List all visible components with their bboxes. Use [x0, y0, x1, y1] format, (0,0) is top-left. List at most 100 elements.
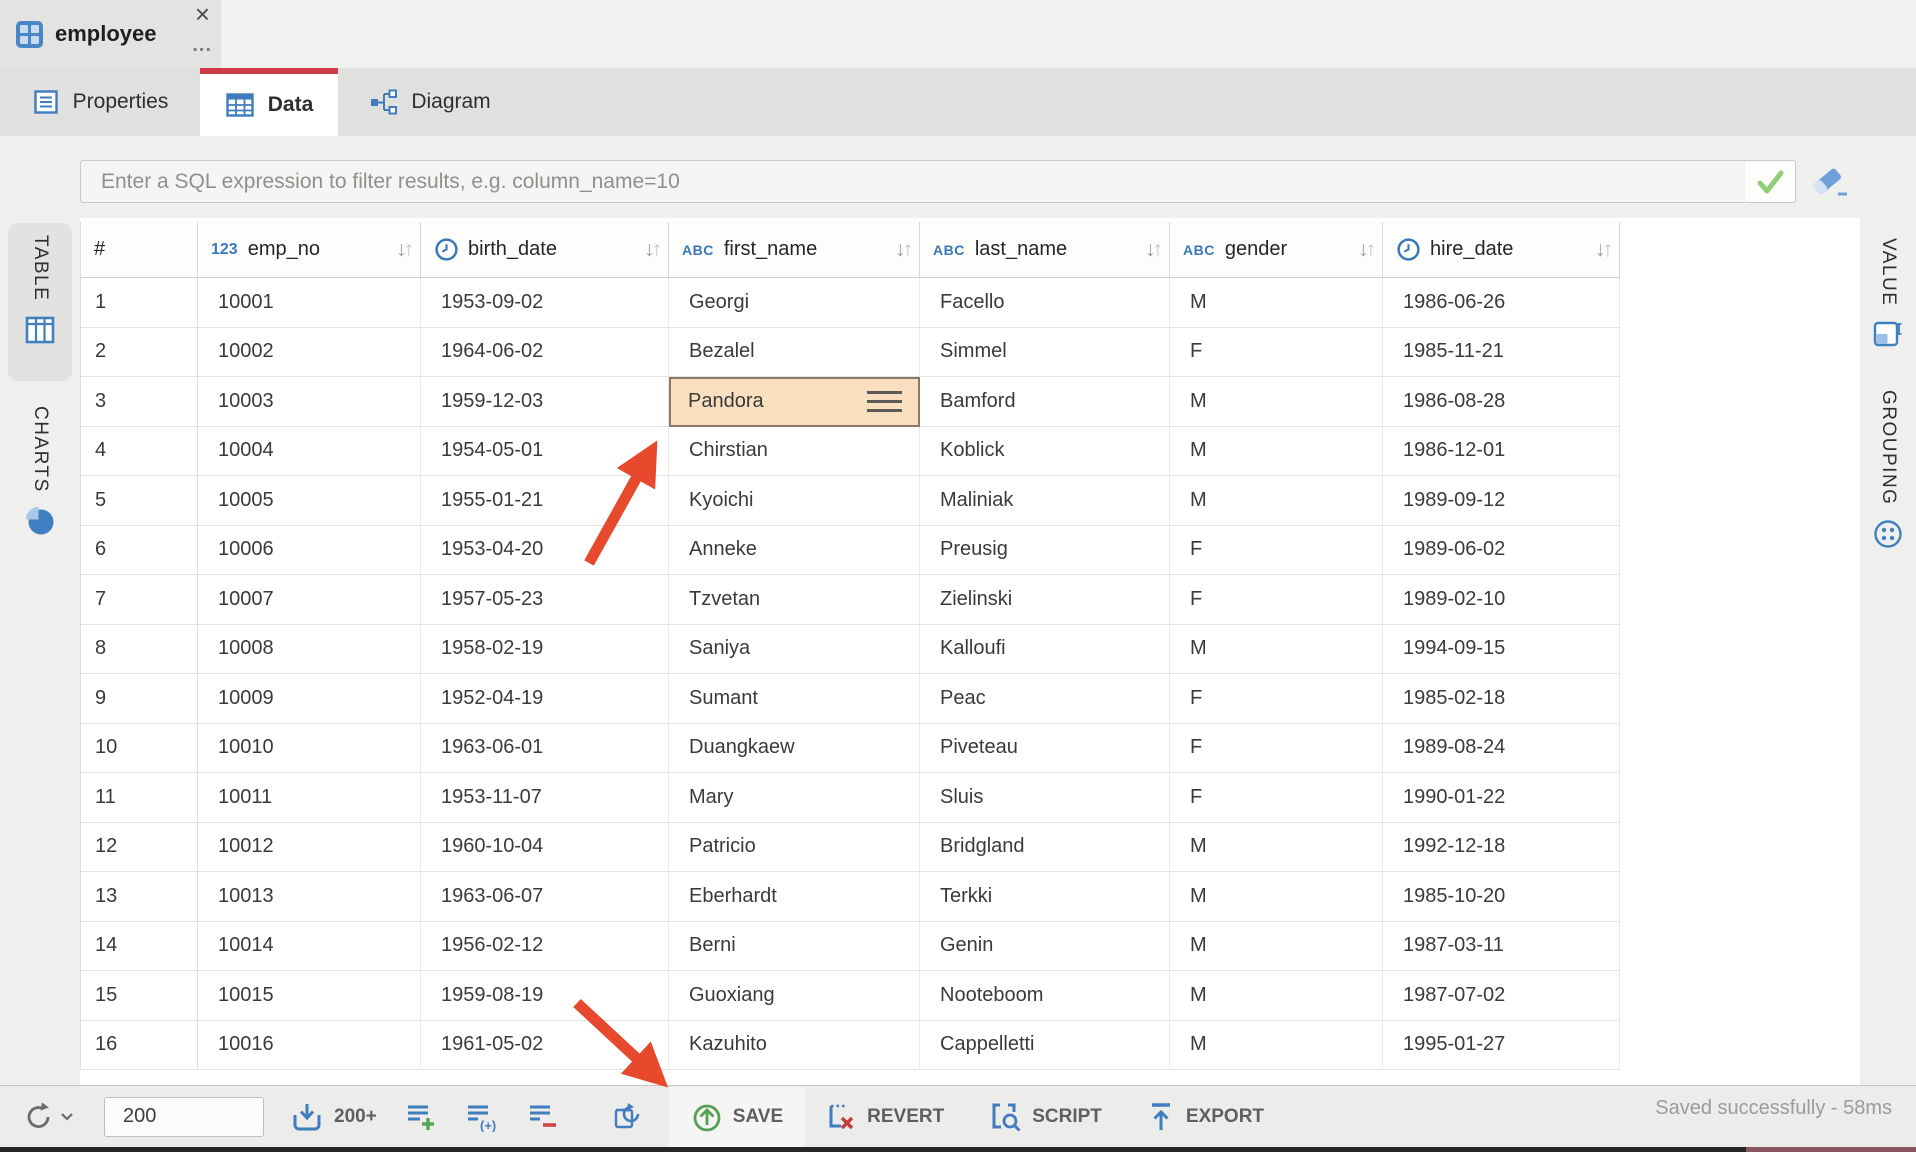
column-header-emp_no[interactable]: 123emp_no↓↑: [198, 222, 421, 278]
cell-birth_date[interactable]: 1953-04-20: [421, 526, 669, 576]
cell-gender[interactable]: F: [1170, 674, 1383, 724]
fetch-more-button[interactable]: 200+: [290, 1101, 377, 1133]
refresh-button[interactable]: [22, 1100, 74, 1134]
cell-gender[interactable]: F: [1170, 526, 1383, 576]
cell-emp_no[interactable]: 10003: [198, 377, 421, 427]
cell-last_name[interactable]: Nooteboom: [920, 971, 1170, 1021]
cell-hire_date[interactable]: 1989-02-10: [1383, 575, 1620, 625]
duplicate-row-button[interactable]: (+): [465, 1102, 499, 1132]
row-number[interactable]: 4: [81, 427, 198, 477]
row-number[interactable]: 5: [81, 476, 198, 526]
cell-last_name[interactable]: Preusig: [920, 526, 1170, 576]
cell-birth_date[interactable]: 1952-04-19: [421, 674, 669, 724]
cell-emp_no[interactable]: 10005: [198, 476, 421, 526]
delete-row-button[interactable]: [527, 1102, 559, 1132]
cell-emp_no[interactable]: 10006: [198, 526, 421, 576]
cell-birth_date[interactable]: 1961-05-02: [421, 1021, 669, 1071]
cell-emp_no[interactable]: 10016: [198, 1021, 421, 1071]
sort-icon[interactable]: ↓↑: [644, 238, 659, 262]
cell-first_name[interactable]: Tzvetan: [669, 575, 920, 625]
cell-hire_date[interactable]: 1994-09-15: [1383, 625, 1620, 675]
apply-filter-button[interactable]: [1745, 160, 1796, 203]
save-button[interactable]: SAVE: [669, 1087, 805, 1147]
cell-emp_no[interactable]: 10009: [198, 674, 421, 724]
refresh-grid-button[interactable]: [611, 1101, 643, 1133]
cell-birth_date[interactable]: 1958-02-19: [421, 625, 669, 675]
row-number[interactable]: 16: [81, 1021, 198, 1071]
cell-birth_date[interactable]: 1953-11-07: [421, 773, 669, 823]
script-button[interactable]: SCRIPT: [972, 1100, 1118, 1134]
add-row-button[interactable]: [405, 1102, 437, 1132]
cell-emp_no[interactable]: 10013: [198, 872, 421, 922]
cell-emp_no[interactable]: 10007: [198, 575, 421, 625]
cell-gender[interactable]: M: [1170, 625, 1383, 675]
cell-menu-icon[interactable]: [867, 391, 902, 412]
cell-first_name[interactable]: Duangkaew: [669, 724, 920, 774]
row-number[interactable]: 15: [81, 971, 198, 1021]
cell-last_name[interactable]: Cappelletti: [920, 1021, 1170, 1071]
cell-birth_date[interactable]: 1954-05-01: [421, 427, 669, 477]
rail-tab-value[interactable]: VALUE: [1866, 238, 1910, 350]
cell-first_name[interactable]: Chirstian: [669, 427, 920, 477]
cell-first_name[interactable]: Eberhardt: [669, 872, 920, 922]
cell-emp_no[interactable]: 10008: [198, 625, 421, 675]
cell-hire_date[interactable]: 1986-12-01: [1383, 427, 1620, 477]
cell-hire_date[interactable]: 1992-12-18: [1383, 823, 1620, 873]
row-number[interactable]: 13: [81, 872, 198, 922]
column-header-last_name[interactable]: ABClast_name↓↑: [920, 222, 1170, 278]
rail-tab-grouping[interactable]: GROUPING: [1866, 390, 1910, 551]
cell-first_name[interactable]: Mary: [669, 773, 920, 823]
close-tab-icon[interactable]: ×: [195, 1, 210, 27]
cell-birth_date[interactable]: 1953-09-02: [421, 278, 669, 328]
cell-gender[interactable]: M: [1170, 971, 1383, 1021]
cell-emp_no[interactable]: 10015: [198, 971, 421, 1021]
cell-birth_date[interactable]: 1963-06-01: [421, 724, 669, 774]
cell-hire_date[interactable]: 1985-02-18: [1383, 674, 1620, 724]
tab-properties[interactable]: Properties: [0, 68, 200, 136]
cell-hire_date[interactable]: 1990-01-22: [1383, 773, 1620, 823]
column-header-hire_date[interactable]: hire_date↓↑: [1383, 222, 1620, 278]
cell-birth_date[interactable]: 1955-01-21: [421, 476, 669, 526]
column-header-birth_date[interactable]: birth_date↓↑: [421, 222, 669, 278]
cell-first_name[interactable]: Anneke: [669, 526, 920, 576]
fetch-size-input[interactable]: 200: [104, 1097, 264, 1137]
sort-icon[interactable]: ↓↑: [895, 238, 910, 262]
cell-hire_date[interactable]: 1989-06-02: [1383, 526, 1620, 576]
cell-birth_date[interactable]: 1964-06-02: [421, 328, 669, 378]
cell-emp_no[interactable]: 10010: [198, 724, 421, 774]
cell-last_name[interactable]: Genin: [920, 922, 1170, 972]
cell-birth_date[interactable]: 1960-10-04: [421, 823, 669, 873]
cell-emp_no[interactable]: 10011: [198, 773, 421, 823]
cell-first_name[interactable]: Kazuhito: [669, 1021, 920, 1071]
row-number[interactable]: 14: [81, 922, 198, 972]
document-tab-employee[interactable]: employee × ...: [0, 0, 221, 68]
cell-last_name[interactable]: Bamford: [920, 377, 1170, 427]
tab-data[interactable]: Data: [200, 68, 338, 136]
export-button[interactable]: EXPORT: [1130, 1101, 1280, 1133]
cell-first_name[interactable]: Kyoichi: [669, 476, 920, 526]
cell-last_name[interactable]: Simmel: [920, 328, 1170, 378]
cell-first_name[interactable]: Patricio: [669, 823, 920, 873]
clear-filter-button[interactable]: [1806, 163, 1852, 201]
cell-last_name[interactable]: Peac: [920, 674, 1170, 724]
cell-first_name[interactable]: Berni: [669, 922, 920, 972]
cell-birth_date[interactable]: 1957-05-23: [421, 575, 669, 625]
cell-gender[interactable]: M: [1170, 922, 1383, 972]
row-number[interactable]: 3: [81, 377, 198, 427]
cell-birth_date[interactable]: 1956-02-12: [421, 922, 669, 972]
cell-hire_date[interactable]: 1987-07-02: [1383, 971, 1620, 1021]
row-number[interactable]: 6: [81, 526, 198, 576]
cell-birth_date[interactable]: 1963-06-07: [421, 872, 669, 922]
cell-gender[interactable]: M: [1170, 377, 1383, 427]
cell-emp_no[interactable]: 10004: [198, 427, 421, 477]
cell-hire_date[interactable]: 1986-08-28: [1383, 377, 1620, 427]
sort-icon[interactable]: ↓↑: [1595, 238, 1610, 262]
column-header-gender[interactable]: ABCgender↓↑: [1170, 222, 1383, 278]
cell-last_name[interactable]: Maliniak: [920, 476, 1170, 526]
cell-last_name[interactable]: Bridgland: [920, 823, 1170, 873]
cell-hire_date[interactable]: 1985-11-21: [1383, 328, 1620, 378]
cell-hire_date[interactable]: 1995-01-27: [1383, 1021, 1620, 1071]
cell-gender[interactable]: M: [1170, 476, 1383, 526]
row-number[interactable]: 8: [81, 625, 198, 675]
cell-hire_date[interactable]: 1986-06-26: [1383, 278, 1620, 328]
